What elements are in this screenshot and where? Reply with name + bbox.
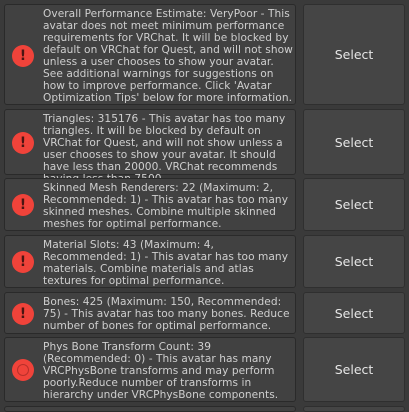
error-exclamation-icon: ! (12, 194, 34, 216)
select-button[interactable]: Select (303, 109, 405, 175)
warning-text: Triangles: 315176 - This avatar has too … (43, 113, 286, 185)
select-button[interactable]: Select (303, 178, 405, 231)
warning-message-box: ! Bones: 425 (Maximum: 150, Recommended:… (4, 292, 296, 334)
warning-text: Overall Performance Estimate: VeryPoor -… (43, 8, 293, 104)
warning-row-bones: ! Bones: 425 (Maximum: 150, Recommended:… (4, 292, 405, 334)
warning-message-box: ! Skinned Mesh Renderers: 22 (Maximum: 2… (4, 178, 296, 231)
warning-message-box: Phys Bone Transform Count: 39 (Recommend… (4, 337, 296, 402)
error-exclamation-icon: ! (12, 45, 34, 67)
select-button[interactable]: Select (303, 4, 405, 105)
error-circle-icon (12, 359, 34, 381)
warning-message-box: ! Triangles: 315176 - This avatar has to… (4, 109, 296, 185)
select-button-partial[interactable] (303, 406, 405, 412)
error-exclamation-icon: ! (12, 132, 34, 154)
warning-text: Phys Bone Transform Count: 39 (Recommend… (43, 341, 279, 401)
warning-row-triangles: ! Triangles: 315176 - This avatar has to… (4, 109, 405, 185)
warning-message-box-partial (4, 406, 296, 412)
warning-text: Bones: 425 (Maximum: 150, Recommended: 7… (43, 296, 290, 332)
error-exclamation-icon: ! (12, 303, 34, 325)
warning-message-box: ! Material Slots: 43 (Maximum: 4, Recomm… (4, 235, 296, 288)
warning-row-physbones: Phys Bone Transform Count: 39 (Recommend… (4, 337, 405, 402)
warning-row-performance: ! Overall Performance Estimate: VeryPoor… (4, 4, 405, 105)
select-button[interactable]: Select (303, 337, 405, 402)
validation-panel: ! Overall Performance Estimate: VeryPoor… (0, 0, 409, 412)
warning-row-skinned-meshes: ! Skinned Mesh Renderers: 22 (Maximum: 2… (4, 178, 405, 231)
error-exclamation-icon: ! (12, 251, 34, 273)
select-button[interactable]: Select (303, 292, 405, 334)
warning-message-box: ! Overall Performance Estimate: VeryPoor… (4, 4, 296, 105)
warning-text: Skinned Mesh Renderers: 22 (Maximum: 2, … (43, 182, 289, 230)
select-button[interactable]: Select (303, 235, 405, 288)
warning-row-material-slots: ! Material Slots: 43 (Maximum: 4, Recomm… (4, 235, 405, 288)
warning-text: Material Slots: 43 (Maximum: 4, Recommen… (43, 239, 289, 287)
